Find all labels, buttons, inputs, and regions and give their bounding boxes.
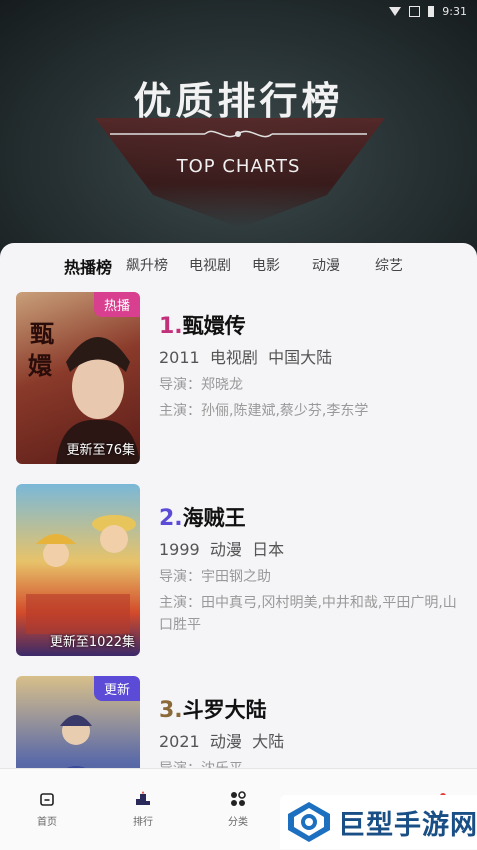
year: 2011 (159, 348, 200, 367)
region: 大陆 (252, 732, 285, 751)
item-title[interactable]: 3.斗罗大陆 (159, 694, 267, 724)
list-item[interactable]: 更新至1022集 2.海贼王 1999 动漫 日本 导演：宇田钢之助 主演：田中… (16, 484, 466, 659)
svg-text:甄: 甄 (30, 319, 54, 348)
tab-movie[interactable]: 电影 (252, 255, 280, 275)
wifi-icon (389, 6, 402, 16)
watermark-text: 巨型手游网 (338, 809, 477, 841)
hot-badge: 热播 (93, 292, 140, 317)
genre: 电视剧 (209, 348, 258, 367)
nav-ranking-label: 排行 (133, 817, 153, 828)
item-title[interactable]: 1.甄嬛传 (159, 310, 246, 340)
hero-banner: 9:31 优质排行榜 TOP CHARTS (0, 0, 477, 262)
title-text: 斗罗大陆 (182, 698, 267, 722)
nav-category-label: 分类 (228, 817, 248, 828)
rank-number: 3. (159, 698, 183, 723)
poster-image[interactable]: 甄 嬛 热播 更新至76集 (16, 292, 140, 464)
tab-anime[interactable]: 动漫 (312, 255, 340, 275)
director: 导演：沈乐平 (159, 758, 459, 768)
genre: 动漫 (209, 540, 242, 559)
category-icon (230, 791, 246, 807)
nav-home-label: 首页 (37, 817, 57, 828)
sim-icon (409, 5, 421, 17)
episode-count: 更新至76集 (66, 443, 135, 458)
nav-home[interactable]: 首页 (17, 791, 77, 828)
cast: 主演：田中真弓,冈村明美,中井和哉,平田广明,山口胜平 (159, 595, 457, 633)
title-text: 海贼王 (182, 506, 246, 530)
hero-title: 优质排行榜 (133, 79, 344, 123)
item-meta: 1999 动漫 日本 (159, 536, 284, 560)
watermark-overlay: 巨型手游网 (280, 795, 477, 849)
status-time: 9:31 (442, 4, 467, 18)
status-bar: 9:31 (389, 0, 477, 22)
ranking-tabs: 热播榜 飙升榜 电视剧 电影 动漫 综艺 (0, 243, 477, 285)
tab-variety[interactable]: 综艺 (375, 255, 403, 275)
tab-hot[interactable]: 热播榜 (64, 254, 112, 278)
watermark-logo-icon (286, 800, 332, 844)
genre: 动漫 (209, 732, 242, 751)
region: 中国大陆 (268, 348, 333, 367)
hero-subtitle: TOP CHARTS (176, 156, 301, 177)
item-meta: 2011 电视剧 中国大陆 (159, 344, 332, 368)
list-item[interactable]: 甄 嬛 热播 更新至76集 1.甄嬛传 2011 电视剧 中国大陆 导演：郑晓龙… (16, 292, 466, 467)
tab-rising[interactable]: 飙升榜 (126, 255, 168, 275)
title-text: 甄嬛传 (182, 314, 246, 338)
rank-number: 2. (159, 506, 183, 531)
episode-count: 更新至1022集 (49, 635, 135, 650)
poster-image[interactable]: 更新 (16, 676, 140, 768)
battery-icon (428, 5, 435, 17)
year: 2021 (159, 732, 200, 751)
nav-category[interactable]: 分类 (208, 791, 268, 828)
cast: 主演：孙俪,陈建斌,蔡少芬,李东学 (159, 403, 369, 419)
year: 1999 (159, 540, 200, 559)
ornament-divider (110, 130, 367, 138)
item-title[interactable]: 2.海贼王 (159, 502, 246, 532)
region: 日本 (252, 540, 285, 559)
nav-ranking[interactable]: 排行 (113, 791, 173, 828)
ranking-icon (135, 791, 151, 807)
tab-tv[interactable]: 电视剧 (189, 255, 231, 275)
poster-image[interactable]: 更新至1022集 (16, 484, 140, 656)
director: 导演：宇田钢之助 (159, 569, 271, 585)
director: 导演：郑晓龙 (159, 377, 243, 393)
item-meta: 2021 动漫 大陆 (159, 728, 284, 752)
update-badge: 更新 (93, 676, 140, 701)
svg-text:嬛: 嬛 (28, 351, 53, 380)
home-icon (39, 791, 55, 807)
list-item[interactable]: 更新 3.斗罗大陆 2021 动漫 大陆 导演：沈乐平 (16, 676, 466, 768)
rank-number: 1. (159, 314, 183, 339)
